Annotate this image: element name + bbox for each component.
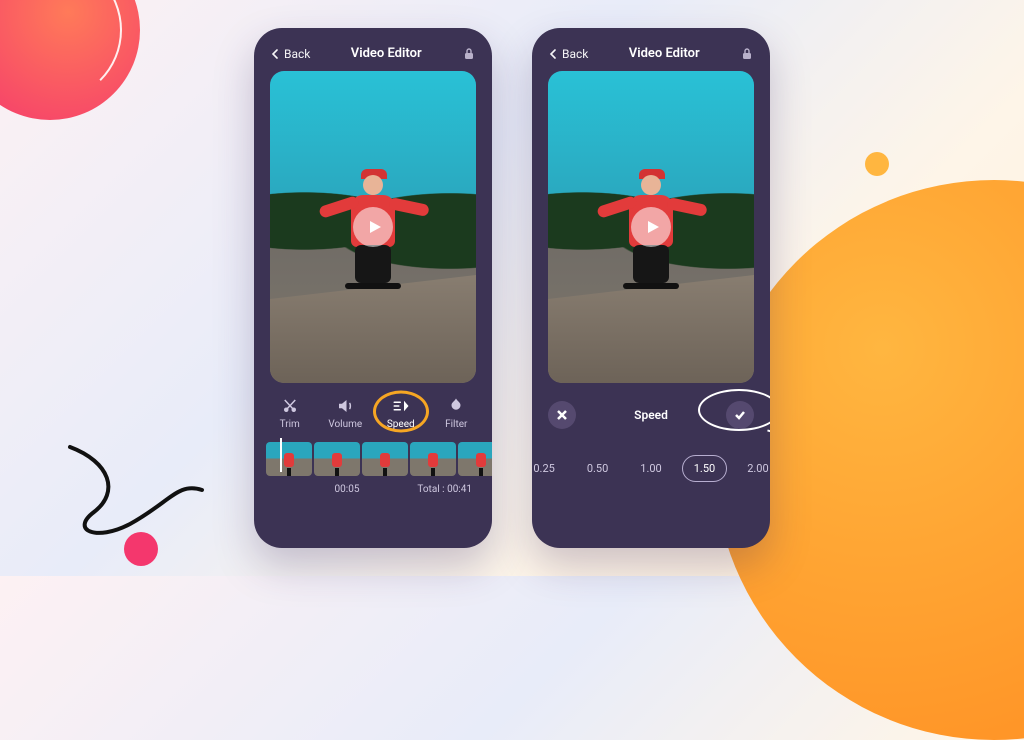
lock-icon[interactable] xyxy=(740,47,754,61)
back-label: Back xyxy=(284,47,310,61)
app-title: Video Editor xyxy=(351,46,422,61)
tool-toolbar: Trim Volume Speed Filter xyxy=(254,383,492,436)
speed-options: 0.25 0.50 1.00 1.50 2.00 xyxy=(532,435,770,500)
tool-filter-label: Filter xyxy=(445,419,467,430)
lock-icon[interactable] xyxy=(462,47,476,61)
speed-panel-header: Speed xyxy=(532,383,770,435)
speed-chip-0-25[interactable]: 0.25 xyxy=(532,455,567,482)
speed-chip-1-50[interactable]: 1.50 xyxy=(682,455,727,482)
current-time: 00:05 xyxy=(335,484,360,495)
back-button[interactable]: Back xyxy=(270,47,310,61)
tool-filter[interactable]: Filter xyxy=(431,397,481,430)
play-button[interactable] xyxy=(353,207,393,247)
speed-panel-title: Speed xyxy=(634,408,668,422)
video-preview[interactable] xyxy=(270,71,476,383)
video-preview[interactable] xyxy=(548,71,754,383)
timeline-thumb[interactable] xyxy=(458,442,492,476)
tool-volume[interactable]: Volume xyxy=(320,397,370,430)
timeline-playhead[interactable] xyxy=(280,438,282,472)
tool-speed[interactable]: Speed xyxy=(376,397,426,430)
timeline-thumb[interactable] xyxy=(362,442,408,476)
play-button[interactable] xyxy=(631,207,671,247)
close-button[interactable] xyxy=(548,401,576,429)
tool-trim[interactable]: Trim xyxy=(265,397,315,430)
timeline-thumb[interactable] xyxy=(266,442,312,476)
phone-speed-panel: Back Video Editor Speed xyxy=(532,28,770,548)
app-title: Video Editor xyxy=(629,46,700,61)
timeline-strip[interactable] xyxy=(254,436,492,478)
timeline-time-row: . 00:05 Total : 00:41 xyxy=(254,478,492,507)
app-header: Back Video Editor xyxy=(254,28,492,71)
speed-chip-2-00[interactable]: 2.00 xyxy=(735,455,770,482)
back-label: Back xyxy=(562,47,588,61)
tool-speed-label: Speed xyxy=(387,419,415,430)
confirm-button[interactable] xyxy=(726,401,754,429)
tool-trim-label: Trim xyxy=(280,419,300,430)
speed-chip-0-50[interactable]: 0.50 xyxy=(575,455,620,482)
timeline-thumb[interactable] xyxy=(314,442,360,476)
tool-volume-label: Volume xyxy=(328,419,362,430)
phone-editor-tools: Back Video Editor Trim Vo xyxy=(254,28,492,548)
total-time: Total : 00:41 xyxy=(417,484,472,495)
back-button[interactable]: Back xyxy=(548,47,588,61)
timeline-thumb[interactable] xyxy=(410,442,456,476)
app-header: Back Video Editor xyxy=(532,28,770,71)
speed-chip-1-00[interactable]: 1.00 xyxy=(628,455,673,482)
